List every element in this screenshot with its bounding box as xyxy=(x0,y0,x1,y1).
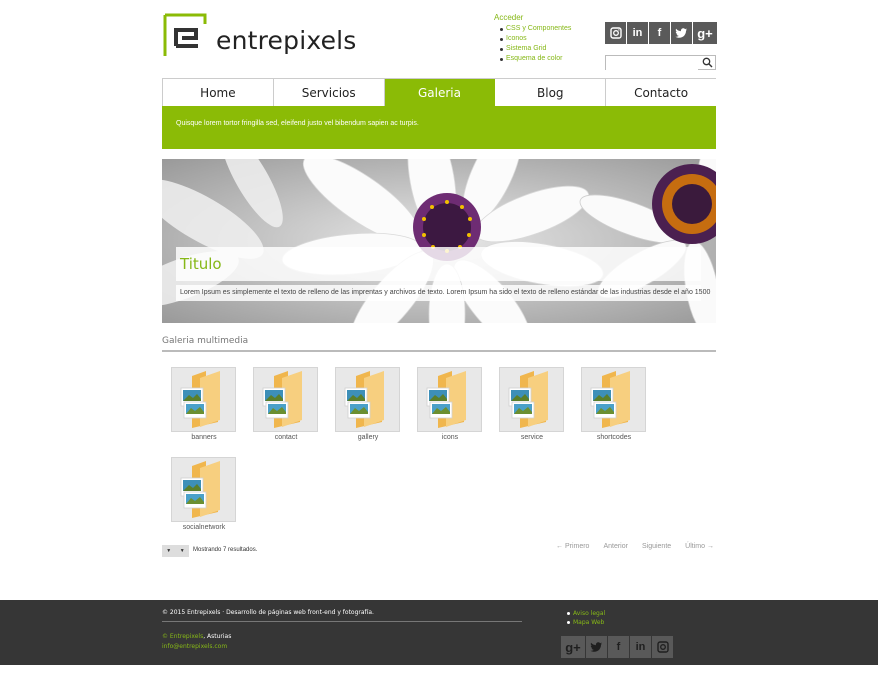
hero-caption-title-box: Titulo xyxy=(176,247,701,281)
folder-thumbnail[interactable] xyxy=(253,367,318,432)
folder-icon xyxy=(590,371,630,428)
folder-thumbnail[interactable] xyxy=(171,457,236,522)
access-link-icons[interactable]: Iconos xyxy=(494,34,571,44)
folder-icon xyxy=(262,371,302,428)
gallery-folder[interactable]: icons xyxy=(417,367,483,441)
folder-icon xyxy=(180,461,220,518)
hero-caption-text-box: Lorem Ipsum es simplemente el texto de r… xyxy=(176,285,710,301)
nav-item-home[interactable]: Home xyxy=(162,79,274,106)
linkedin-icon[interactable]: in xyxy=(627,22,648,44)
folder-icon xyxy=(508,371,548,428)
google-plus-icon[interactable]: g+ xyxy=(693,22,717,44)
logo-mark-icon xyxy=(163,13,207,56)
gallery-folder[interactable]: banners xyxy=(171,367,237,441)
hero-slider: Titulo Lorem Ipsum es simplemente el tex… xyxy=(162,159,716,323)
results-count: Mostrando 7 resultados. xyxy=(193,547,258,553)
folder-thumbnail[interactable] xyxy=(171,367,236,432)
footer-company: © Entrepixels, Asturias xyxy=(162,633,231,640)
folder-label: gallery xyxy=(357,434,379,441)
page-size-select[interactable]: ▼ ▼ xyxy=(162,545,189,557)
gallery-folder[interactable]: service xyxy=(499,367,565,441)
gallery-folder[interactable]: socialnetwork xyxy=(171,457,237,531)
footer-divider xyxy=(162,621,522,622)
folder-label: banners xyxy=(191,434,217,441)
folder-label: shortcodes xyxy=(596,434,632,441)
folder-icon xyxy=(426,371,466,428)
nav-item-blog[interactable]: Blog xyxy=(495,79,607,106)
gallery-title: Galeria multimedia xyxy=(162,336,249,346)
access-link-css[interactable]: CSS y Componentes xyxy=(494,24,571,34)
pager-prev[interactable]: Anterior xyxy=(603,543,628,550)
gallery-divider xyxy=(162,350,716,352)
pager-first[interactable]: ← Primero xyxy=(556,543,589,550)
access-link-grid[interactable]: Sistema Grid xyxy=(494,44,571,54)
footer-copyright: © 2015 Entrepixels · Desarrollo de págin… xyxy=(162,609,374,616)
folder-label: service xyxy=(520,434,544,441)
gallery-folder[interactable]: gallery xyxy=(335,367,401,441)
google-plus-icon[interactable]: g+ xyxy=(561,636,585,658)
instagram-icon[interactable] xyxy=(652,636,673,658)
pager-last[interactable]: Último → xyxy=(685,543,714,550)
pagination: ← Primero Anterior Siguiente Último → xyxy=(556,543,714,550)
social-links-header: in f g+ xyxy=(605,22,717,44)
site-footer: © 2015 Entrepixels · Desarrollo de págin… xyxy=(0,600,878,665)
folder-thumbnail[interactable] xyxy=(581,367,646,432)
gallery-folder[interactable]: shortcodes xyxy=(581,367,647,441)
folder-thumbnail[interactable] xyxy=(499,367,564,432)
gallery-folder[interactable]: contact xyxy=(253,367,319,441)
hero-title: Titulo xyxy=(180,255,222,273)
twitter-icon[interactable] xyxy=(671,22,692,44)
folder-label: contact xyxy=(274,434,298,441)
access-menu: Acceder CSS y Componentes Iconos Sistema… xyxy=(494,13,571,64)
search-box xyxy=(605,55,716,73)
footer-email[interactable]: info@entrepixels.com xyxy=(162,643,227,650)
facebook-icon[interactable]: f xyxy=(649,22,670,44)
chevron-down-icon: ▼ xyxy=(179,548,185,554)
footer-links: Aviso legal Mapa Web xyxy=(566,609,605,627)
folder-thumbnail[interactable] xyxy=(335,367,400,432)
access-title: Acceder xyxy=(494,13,524,22)
folder-label: socialnetwork xyxy=(182,524,226,531)
folder-icon xyxy=(344,371,384,428)
nav-item-contacto[interactable]: Contacto xyxy=(606,79,716,106)
nav-item-galeria[interactable]: Galeria xyxy=(384,79,496,106)
search-input[interactable] xyxy=(606,60,698,73)
facebook-icon[interactable]: f xyxy=(608,636,629,658)
twitter-icon[interactable] xyxy=(586,636,607,658)
footer-link-sitemap[interactable]: Mapa Web xyxy=(566,618,605,627)
folder-label: icons xyxy=(441,434,459,441)
search-icon[interactable] xyxy=(702,57,713,68)
intro-banner-text: Quisque lorem tortor fringilla sed, elei… xyxy=(176,120,419,127)
logo-text: entrepixels xyxy=(216,26,357,55)
footer-company-name[interactable]: © Entrepixels xyxy=(162,633,203,640)
nav-item-servicios[interactable]: Servicios xyxy=(273,79,385,106)
hero-text: Lorem Ipsum es simplemente el texto de r… xyxy=(180,289,711,296)
access-link-colors[interactable]: Esquema de color xyxy=(494,54,571,64)
social-links-footer: g+ f in xyxy=(561,636,673,658)
site-logo[interactable]: entrepixels xyxy=(162,12,372,62)
main-nav: Home Servicios Galeria Blog Contacto xyxy=(162,78,716,106)
linkedin-icon[interactable]: in xyxy=(630,636,651,658)
instagram-icon[interactable] xyxy=(605,22,626,44)
footer-location: , Asturias xyxy=(203,633,232,640)
intro-banner: Quisque lorem tortor fringilla sed, elei… xyxy=(162,106,716,149)
footer-link-legal[interactable]: Aviso legal xyxy=(566,609,605,618)
chevron-down-icon: ▼ xyxy=(166,548,172,554)
pager-next[interactable]: Siguiente xyxy=(642,543,671,550)
folder-thumbnail[interactable] xyxy=(417,367,482,432)
folder-icon xyxy=(180,371,220,428)
